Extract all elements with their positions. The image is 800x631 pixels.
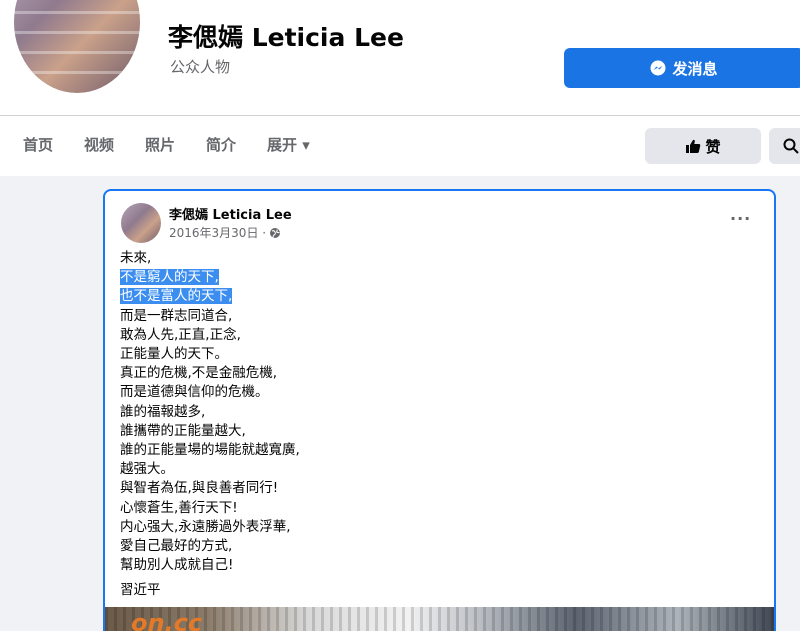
post-line: 誰攜帶的正能量越大, bbox=[120, 422, 246, 439]
post-line: 心懷蒼生,善行天下! bbox=[120, 499, 238, 516]
search-button[interactable] bbox=[769, 128, 800, 164]
header-divider bbox=[0, 115, 800, 116]
post-line-highlighted: 也不是富人的天下, bbox=[120, 288, 233, 305]
page-title: 李偲嫣 Leticia Lee bbox=[168, 23, 404, 52]
post-line: 越强大。 bbox=[120, 461, 174, 478]
profile-avatar[interactable] bbox=[11, 0, 143, 96]
post-line: 内心强大,永遠勝過外表浮華, bbox=[120, 518, 291, 535]
thumbs-up-icon bbox=[686, 139, 701, 153]
post-line: 與智者為伍,與良善者同行! bbox=[120, 480, 279, 497]
post-signature: 習近平 bbox=[120, 582, 161, 599]
send-message-label: 发消息 bbox=[672, 59, 718, 78]
post-line: 敢為人先,正直,正念, bbox=[120, 326, 241, 343]
post-author[interactable]: 李偲嫣 Leticia Lee bbox=[169, 204, 292, 223]
post-card: 李偲嫣 Leticia Lee 2016年3月30日 · ··· 未來, 不是窮… bbox=[103, 189, 776, 631]
post-line: 愛自己最好的方式, bbox=[120, 538, 233, 555]
search-icon bbox=[783, 138, 799, 154]
post-line-highlighted: 不是窮人的天下, bbox=[120, 269, 219, 286]
post-options-button[interactable]: ··· bbox=[730, 209, 751, 228]
post-line: 正能量人的天下。 bbox=[120, 346, 228, 363]
page-category: 公众人物 bbox=[170, 58, 231, 76]
post-text: 未來, 不是窮人的天下, 也不是富人的天下, 而是一群志同道合, 敢為人先,正直… bbox=[120, 249, 760, 601]
image-watermark: on.cc bbox=[131, 609, 203, 631]
post-line: 誰的福報越多, bbox=[120, 403, 206, 420]
post-line: 而是道德與信仰的危機。 bbox=[120, 384, 269, 401]
image-building-pattern bbox=[105, 607, 774, 631]
author-avatar[interactable] bbox=[121, 203, 161, 243]
messenger-icon bbox=[650, 60, 666, 76]
page-header: 李偲嫣 Leticia Lee 公众人物 发消息 首页 视频 照片 简介 展开 … bbox=[0, 0, 800, 176]
post-line: 幫助別人成就自己! bbox=[120, 557, 234, 574]
post-image[interactable]: on.cc bbox=[105, 607, 774, 631]
tab-about[interactable]: 简介 bbox=[206, 134, 236, 155]
post-date[interactable]: 2016年3月30日 · bbox=[169, 224, 266, 241]
like-label: 赞 bbox=[705, 137, 721, 156]
like-page-button[interactable]: 赞 bbox=[645, 128, 761, 164]
post-line: 真正的危機,不是金融危機, bbox=[120, 365, 278, 382]
tab-videos[interactable]: 视频 bbox=[84, 134, 114, 155]
send-message-button[interactable]: 发消息 bbox=[564, 48, 800, 88]
post-meta: 2016年3月30日 · bbox=[169, 224, 281, 241]
tab-more[interactable]: 展开 ▾ bbox=[267, 134, 310, 155]
tab-photos[interactable]: 照片 bbox=[145, 134, 175, 155]
post-line: 誰的正能量場的場能就越寬廣, bbox=[120, 442, 300, 459]
tab-home[interactable]: 首页 bbox=[23, 134, 53, 155]
globe-icon bbox=[270, 227, 281, 238]
post-line: 未來, bbox=[120, 250, 152, 266]
post-line: 而是一群志同道合, bbox=[120, 307, 233, 324]
